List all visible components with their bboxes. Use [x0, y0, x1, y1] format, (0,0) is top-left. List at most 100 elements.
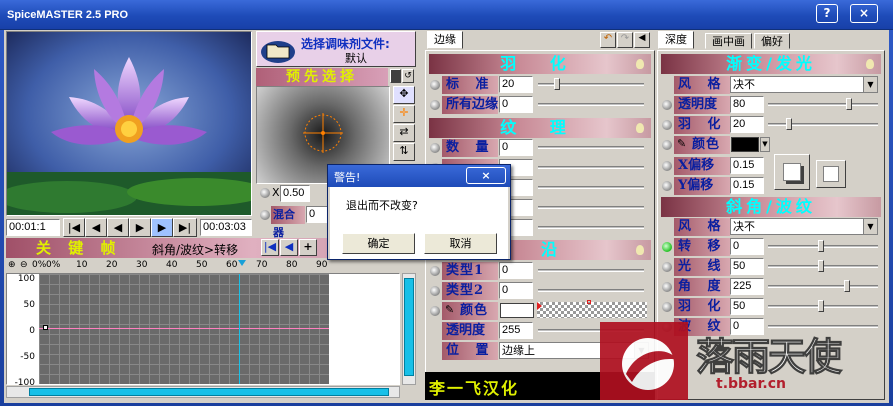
- pin-icon[interactable]: [636, 123, 644, 133]
- eyedropper-icon[interactable]: ✎: [445, 303, 454, 316]
- edge-slider-3[interactable]: [538, 186, 644, 189]
- angle-radio[interactable]: [662, 282, 672, 292]
- tab-depth[interactable]: 深度: [658, 31, 694, 49]
- angle-slider-thumb[interactable]: [844, 280, 850, 292]
- center-tool-icon[interactable]: ✛: [393, 105, 415, 123]
- zoom-out-icon[interactable]: ⊖: [20, 260, 28, 270]
- move-tool-icon[interactable]: ✥: [393, 86, 415, 104]
- light-slider-thumb[interactable]: [818, 260, 824, 272]
- xoffset-field[interactable]: 0.15: [730, 157, 764, 174]
- gradient-stop-mid[interactable]: [587, 300, 591, 304]
- go-end-button[interactable]: ▶|: [173, 218, 197, 237]
- count-radio[interactable]: [430, 143, 440, 153]
- standard-radio[interactable]: [430, 80, 440, 90]
- keyframe-point[interactable]: [43, 325, 48, 330]
- feather-field[interactable]: 20: [730, 116, 764, 133]
- flip-horizontal-icon[interactable]: ⇄: [393, 124, 415, 142]
- feather-slider[interactable]: [768, 123, 878, 126]
- feather-slider-thumb[interactable]: [786, 118, 792, 130]
- light-radio[interactable]: [662, 262, 672, 272]
- edge-slider-2[interactable]: [538, 166, 644, 169]
- shift-field[interactable]: 0: [730, 238, 764, 255]
- opacity-slider-thumb[interactable]: [846, 98, 852, 110]
- eyedropper-icon[interactable]: ✎: [677, 137, 686, 150]
- glow-color-swatch[interactable]: [731, 137, 759, 152]
- time-end-field[interactable]: 00:03:03: [200, 219, 252, 236]
- count-slider[interactable]: [538, 146, 644, 149]
- count-field[interactable]: 0: [499, 139, 533, 156]
- step-forward-button[interactable]: ▶: [129, 218, 151, 237]
- add-keyframe-icon[interactable]: +: [299, 239, 317, 256]
- type1-field[interactable]: 0: [499, 262, 533, 279]
- dialog-close-button[interactable]: ×: [466, 167, 506, 184]
- time-start-field[interactable]: 00:01:1: [6, 219, 60, 236]
- graph-vscroll-thumb[interactable]: [404, 278, 414, 376]
- x-radio[interactable]: [260, 188, 270, 198]
- collapse-icon[interactable]: ◀: [634, 32, 650, 48]
- rewind-button[interactable]: ◀: [85, 218, 107, 237]
- light-field[interactable]: 50: [730, 258, 764, 275]
- redo-icon[interactable]: ↷: [617, 32, 633, 48]
- cancel-button[interactable]: 取消: [424, 233, 497, 254]
- type2-slider[interactable]: [538, 289, 644, 292]
- standard-field[interactable]: 20: [499, 76, 533, 93]
- glow-color-radio[interactable]: [662, 140, 672, 150]
- shift-radio[interactable]: [662, 242, 672, 252]
- shadow-direction-button[interactable]: [774, 154, 810, 190]
- mix-field[interactable]: 0: [306, 206, 328, 223]
- edge-color-swatch[interactable]: [500, 303, 534, 318]
- opacity-radio[interactable]: [662, 100, 672, 110]
- edge-slider-5[interactable]: [538, 226, 644, 229]
- playhead-marker-icon[interactable]: [238, 260, 246, 266]
- graph-hscroll-thumb[interactable]: [29, 388, 389, 396]
- help-button[interactable]: ?: [816, 4, 838, 23]
- angle-field[interactable]: 225: [730, 278, 764, 295]
- feather2-radio[interactable]: [662, 302, 672, 312]
- style2-dropdown[interactable]: 决不 ▼: [730, 218, 878, 235]
- keyframe-icon[interactable]: ◀: [280, 239, 298, 256]
- type2-radio[interactable]: [430, 286, 440, 296]
- zoom-in-icon[interactable]: ⊕: [8, 260, 16, 270]
- step-back-button[interactable]: ◀: [107, 218, 129, 237]
- flip-vertical-icon[interactable]: ⇅: [393, 143, 415, 161]
- type1-slider[interactable]: [538, 269, 644, 272]
- tab-preferences[interactable]: 偏好: [754, 33, 790, 49]
- yoffset-radio[interactable]: [662, 181, 672, 191]
- tab-pip[interactable]: 画中画: [705, 33, 752, 49]
- go-start-button[interactable]: |◀: [63, 218, 85, 237]
- select-file-button[interactable]: 选择调味剂文件: 默认: [256, 31, 416, 67]
- shift-slider-thumb[interactable]: [818, 240, 824, 252]
- tab-edge[interactable]: 边缘: [427, 31, 463, 49]
- play-button[interactable]: ▶: [151, 218, 173, 237]
- pin-icon[interactable]: [866, 59, 874, 69]
- standard-slider-thumb[interactable]: [554, 78, 560, 90]
- feather2-field[interactable]: 50: [730, 298, 764, 315]
- x-field[interactable]: 0.50: [280, 185, 310, 202]
- style-dropdown[interactable]: 决不 ▼: [730, 76, 878, 93]
- type2-field[interactable]: 0: [499, 282, 533, 299]
- pin-icon[interactable]: [636, 59, 644, 69]
- dialog-titlebar[interactable]: 警告! ×: [328, 165, 510, 187]
- feather2-slider-thumb[interactable]: [818, 300, 824, 312]
- opacity-field[interactable]: 80: [730, 96, 764, 113]
- mix-radio[interactable]: [260, 210, 270, 220]
- opacity-slider[interactable]: [768, 103, 878, 106]
- preset-refresh-button[interactable]: ↺: [402, 69, 414, 83]
- graph-hscroll[interactable]: [6, 386, 400, 398]
- angle-slider[interactable]: [768, 285, 878, 288]
- keyframe-graph[interactable]: 100 50 0 -50 -100: [6, 273, 400, 388]
- ok-button[interactable]: 确定: [342, 233, 415, 254]
- color-gradient-bar[interactable]: [537, 300, 647, 318]
- chevron-down-icon[interactable]: ▼: [760, 137, 770, 152]
- xoffset-radio[interactable]: [662, 161, 672, 171]
- edge-color-radio[interactable]: [430, 306, 440, 316]
- preset-square-button[interactable]: [390, 69, 401, 83]
- title-bar[interactable]: SpiceMASTER 2.5 PRO ? ×: [0, 0, 893, 30]
- edge-slider-4[interactable]: [538, 206, 644, 209]
- shadow-toggle-button[interactable]: [816, 160, 846, 188]
- gradient-stop-left[interactable]: [537, 302, 542, 310]
- pin-icon[interactable]: [636, 245, 644, 255]
- all-edges-radio[interactable]: [430, 100, 440, 110]
- edge-opacity-field[interactable]: 255: [499, 322, 533, 339]
- undo-icon[interactable]: ↶: [600, 32, 616, 48]
